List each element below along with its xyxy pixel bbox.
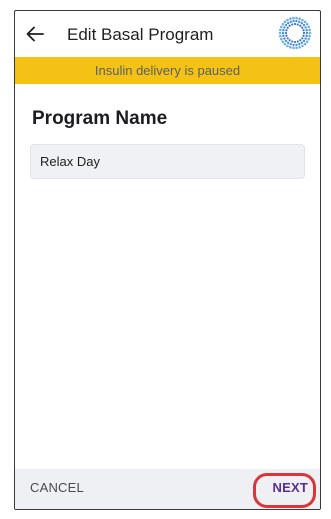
footer-bar: CANCEL NEXT — [15, 469, 320, 509]
cancel-button[interactable]: CANCEL — [30, 480, 84, 495]
paused-status-banner: Insulin delivery is paused — [15, 57, 320, 84]
pod-status-icon[interactable] — [278, 16, 312, 50]
arrow-left-icon — [26, 26, 44, 42]
next-button[interactable]: NEXT — [273, 480, 308, 495]
program-name-heading: Program Name — [32, 108, 168, 129]
app-header: Edit Basal Program — [15, 11, 320, 57]
phone-screen: Edit Basal Program Insulin delivery is p… — [14, 10, 321, 510]
back-button[interactable] — [21, 20, 49, 48]
program-name-input[interactable] — [30, 144, 305, 179]
page-title: Edit Basal Program — [67, 25, 214, 44]
